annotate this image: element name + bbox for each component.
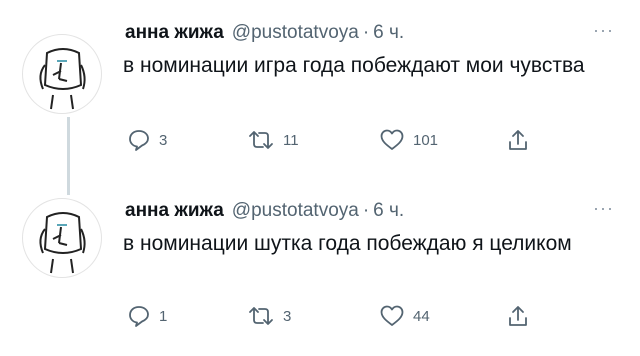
timestamp[interactable]: 6 ч. <box>373 22 404 44</box>
author-handle[interactable]: @pustotatvoya <box>232 200 359 222</box>
separator: · <box>362 22 370 43</box>
retweet-count: 11 <box>283 131 299 149</box>
tweet-text: в номинации игра года побеждают мои чувс… <box>123 54 585 77</box>
avatar[interactable] <box>22 34 102 114</box>
more-icon[interactable]: ··· <box>593 20 614 41</box>
doodle-avatar-icon <box>39 212 86 274</box>
like-count: 44 <box>413 307 430 325</box>
like-count: 101 <box>413 131 439 149</box>
timestamp[interactable]: 6 ч. <box>373 200 404 222</box>
retweet-count: 3 <box>283 307 292 325</box>
separator: · <box>362 200 370 221</box>
reply-icon <box>129 306 149 327</box>
more-icon[interactable]: ··· <box>593 198 614 219</box>
tweet-actions: 3 11 101 <box>127 128 527 154</box>
share-icon <box>509 130 527 150</box>
author-handle[interactable]: @pustotatvoya <box>232 22 359 44</box>
share-button[interactable] <box>507 128 529 152</box>
author-name[interactable]: анна жижа <box>125 22 224 44</box>
tweet-actions: 1 3 44 <box>127 304 527 330</box>
retweet-button[interactable]: 3 <box>247 304 291 328</box>
doodle-avatar-icon <box>39 48 86 110</box>
like-button[interactable]: 101 <box>379 128 438 152</box>
retweet-icon <box>249 307 273 325</box>
share-icon <box>509 306 527 326</box>
author-name[interactable]: анна жижа <box>125 200 224 222</box>
tweet[interactable]: анна жижа @pustotatvoya · 6 ч. ··· в ном… <box>0 188 640 356</box>
tweet-header: анна жижа @pustotatvoya · 6 ч. <box>125 22 404 44</box>
thread-line <box>67 117 70 195</box>
reply-icon <box>129 130 149 151</box>
avatar[interactable] <box>22 198 102 278</box>
reply-count: 3 <box>159 131 168 149</box>
heart-icon <box>380 305 404 326</box>
tweet-header: анна жижа @pustotatvoya · 6 ч. <box>125 200 404 222</box>
like-button[interactable]: 44 <box>379 304 430 328</box>
share-button[interactable] <box>507 304 529 328</box>
tweet-text: в номинации шутка года побеждаю я целико… <box>123 232 572 255</box>
retweet-button[interactable]: 11 <box>247 128 299 152</box>
reply-count: 1 <box>159 307 168 325</box>
heart-icon <box>380 129 404 150</box>
reply-button[interactable]: 3 <box>127 128 167 152</box>
tweet[interactable]: анна жижа @pustotatvoya · 6 ч. ··· в ном… <box>0 0 640 195</box>
reply-button[interactable]: 1 <box>127 304 167 328</box>
retweet-icon <box>249 131 273 149</box>
